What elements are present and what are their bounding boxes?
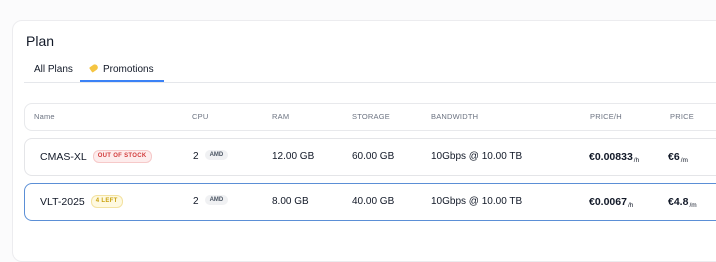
column-header-cpu[interactable]: CPU: [192, 104, 208, 130]
price-monthly: €6: [668, 151, 680, 163]
column-header-price[interactable]: PRICE: [670, 104, 694, 130]
cpu-count: 2: [193, 151, 199, 162]
price-hourly-unit: /h: [633, 157, 640, 164]
storage-cell: 60.00 GB: [352, 151, 395, 162]
cpu-vendor-badge: AMD: [204, 150, 229, 161]
page-title: Plan: [26, 33, 55, 49]
storage-cell: 40.00 GB: [352, 196, 395, 207]
column-header-bandwidth[interactable]: BANDWIDTH: [431, 104, 478, 130]
price-monthly-unit: /m: [680, 157, 688, 164]
stock-badge: 4 LEFT: [90, 194, 123, 208]
price-cell: €4.8/m: [668, 184, 697, 224]
tab-label: Promotions: [103, 64, 154, 75]
stock-badge: OUT OF STOCK: [92, 149, 152, 163]
table-header: Name CPU RAM STORAGE BANDWIDTH PRICE/H P…: [24, 103, 716, 131]
tab-label: All Plans: [34, 64, 73, 75]
cpu-vendor-badge: AMD: [204, 195, 229, 206]
column-header-ram[interactable]: RAM: [272, 104, 289, 130]
price-monthly-unit: /m: [689, 202, 697, 209]
plan-name-cell: CMAS-XL OUT OF STOCK: [40, 139, 152, 176]
plan-name: VLT-2025: [40, 196, 85, 208]
cpu-cell: 2 AMD: [193, 184, 229, 220]
price-cell: €6/m: [668, 139, 688, 179]
price-hourly: €0.00833: [589, 151, 633, 163]
table-row[interactable]: VLT-2025 4 LEFT 2 AMD 8.00 GB 40.00 GB 10G…: [24, 183, 716, 221]
price-hourly: €0.0067: [589, 196, 627, 208]
column-header-name[interactable]: Name: [34, 104, 55, 130]
tag-icon: [89, 63, 99, 74]
tab-all-plans[interactable]: All Plans: [34, 62, 73, 81]
price-hourly-cell: €0.00833/h: [589, 139, 639, 179]
ram-cell: 12.00 GB: [272, 151, 315, 162]
price-monthly: €4.8: [668, 196, 689, 208]
plan-name-cell: VLT-2025 4 LEFT: [40, 184, 123, 221]
tab-promotions[interactable]: Promotions: [80, 62, 164, 82]
table-row[interactable]: CMAS-XL OUT OF STOCK 2 AMD 12.00 GB 60.00 …: [24, 138, 716, 176]
bandwidth-cell: 10Gbps @ 10.00 TB: [431, 196, 523, 207]
price-hourly-cell: €0.0067/h: [589, 184, 633, 224]
cpu-cell: 2 AMD: [193, 139, 229, 175]
column-header-price-hourly[interactable]: PRICE/H: [590, 104, 622, 130]
ram-cell: 8.00 GB: [272, 196, 309, 207]
plan-tabs: All Plans Promotions: [24, 62, 716, 83]
column-header-storage[interactable]: STORAGE: [352, 104, 390, 130]
plan-name: CMAS-XL: [40, 151, 87, 163]
bandwidth-cell: 10Gbps @ 10.00 TB: [431, 151, 523, 162]
price-hourly-unit: /h: [627, 202, 634, 209]
cpu-count: 2: [193, 196, 199, 207]
